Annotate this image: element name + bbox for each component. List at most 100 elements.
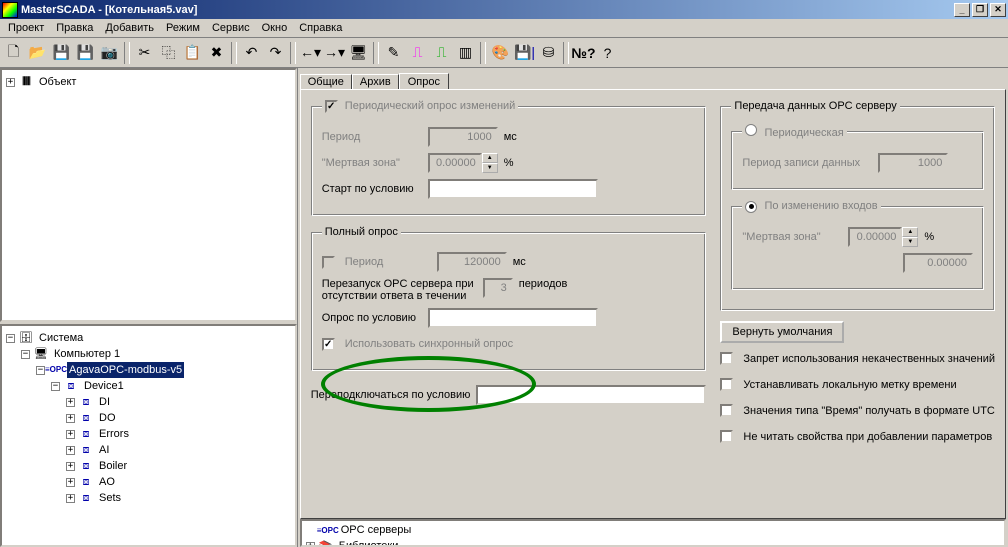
tree-item-label: Errors xyxy=(97,426,131,442)
wave1-icon[interactable]: ⎍ xyxy=(406,42,429,64)
monitor-icon[interactable]: 🖥 xyxy=(347,42,370,64)
new-icon[interactable]: 🗋 xyxy=(2,42,25,64)
expand-icon[interactable]: + xyxy=(66,446,75,455)
close-button[interactable]: ✕ xyxy=(990,3,1006,17)
option-checkbox[interactable] xyxy=(720,378,733,391)
expand-icon[interactable]: + xyxy=(306,542,315,547)
tree-item[interactable]: +⧈Boiler xyxy=(66,458,291,474)
periodic-send-label: Периодическая xyxy=(764,127,843,139)
onchange-send-radio[interactable] xyxy=(745,201,757,213)
expand-icon[interactable]: + xyxy=(6,78,15,87)
start-cond-input[interactable] xyxy=(428,179,598,199)
menu-edit[interactable]: Правка xyxy=(50,20,99,36)
tree-item-label: Boiler xyxy=(97,458,129,474)
expand-icon[interactable]: + xyxy=(66,478,75,487)
full-period-checkbox[interactable] xyxy=(322,256,335,269)
cut-icon[interactable]: ✂ xyxy=(133,42,156,64)
group-periodic-send: Периодическая Период записи данных xyxy=(731,124,984,190)
drive-icon[interactable]: ⛁ xyxy=(537,42,560,64)
about-icon[interactable]: ? xyxy=(596,42,619,64)
maximize-button[interactable]: ❐ xyxy=(972,3,988,17)
tree-opc-server[interactable]: − ≡OPC AgavaOPC-modbus-v5 xyxy=(36,362,291,378)
lib-libraries[interactable]: + 📚 Библиотеки xyxy=(306,538,1000,547)
lib-opc-servers[interactable]: ≡OPC OPC серверы xyxy=(306,522,1000,538)
sync-poll-checkbox[interactable]: ✓ xyxy=(322,338,335,351)
period-label: Период xyxy=(322,131,422,143)
collapse-icon[interactable]: − xyxy=(21,350,30,359)
back-icon[interactable]: ←▾ xyxy=(299,42,322,64)
minimize-button[interactable]: _ xyxy=(954,3,970,17)
reconnect-input[interactable] xyxy=(476,385,706,405)
menu-help[interactable]: Справка xyxy=(293,20,348,36)
collapse-icon[interactable]: − xyxy=(36,366,45,375)
period-input[interactable] xyxy=(428,127,498,147)
menu-mode[interactable]: Режим xyxy=(160,20,206,36)
redo-icon[interactable]: ↷ xyxy=(264,42,287,64)
tree-system[interactable]: − 🗄 Система xyxy=(6,330,291,346)
expand-icon[interactable]: + xyxy=(66,494,75,503)
tree-item[interactable]: +⧈DO xyxy=(66,410,291,426)
onchange-send-label: По изменению входов xyxy=(764,200,877,212)
collapse-icon[interactable]: − xyxy=(6,334,15,343)
option-checkbox[interactable] xyxy=(720,404,733,417)
write-period-input[interactable] xyxy=(878,153,948,173)
menu-service[interactable]: Сервис xyxy=(206,20,256,36)
help-icon[interactable]: №? xyxy=(572,42,595,64)
tree-item[interactable]: +⧈AI xyxy=(66,442,291,458)
restart-periods-input[interactable] xyxy=(483,278,513,298)
option-checkbox[interactable] xyxy=(720,430,733,443)
menu-window[interactable]: Окно xyxy=(256,20,294,36)
tree-computer[interactable]: − 🖥 Компьютер 1 xyxy=(21,346,291,362)
restore-defaults-button[interactable]: Вернуть умолчания xyxy=(720,321,844,343)
tree-root-object[interactable]: + ⦀⦀ Объект xyxy=(6,74,291,90)
ladder-icon: ⧈ xyxy=(78,443,94,457)
tree-device[interactable]: − ⧈ Device1 xyxy=(51,378,291,394)
send-extra-input[interactable] xyxy=(903,253,973,273)
wave2-icon[interactable]: ⎍ xyxy=(430,42,453,64)
tree-item[interactable]: +⧈Sets xyxy=(66,490,291,506)
delete-icon[interactable]: ✖ xyxy=(205,42,228,64)
send-dead-spinner[interactable]: ▲▼ xyxy=(902,227,918,247)
opc-icon: ≡OPC xyxy=(48,363,64,377)
fwd-icon[interactable]: →▾ xyxy=(323,42,346,64)
pen-icon[interactable]: ✎ xyxy=(382,42,405,64)
expand-icon[interactable]: + xyxy=(66,398,75,407)
tree-item[interactable]: +⧈AO xyxy=(66,474,291,490)
poll-cond-input[interactable] xyxy=(428,308,598,328)
deadzone-input[interactable] xyxy=(428,153,482,173)
palette-icon[interactable]: 🎨 xyxy=(489,42,512,64)
app-icon xyxy=(2,2,18,18)
tree-item[interactable]: +⧈DI xyxy=(66,394,291,410)
undo-icon[interactable]: ↶ xyxy=(240,42,263,64)
deadzone-spinner[interactable]: ▲▼ xyxy=(482,153,498,173)
expand-icon[interactable]: + xyxy=(66,430,75,439)
expand-icon[interactable]: + xyxy=(66,414,75,423)
option-row: Значения типа "Время" получать в формате… xyxy=(720,401,995,421)
menu-project[interactable]: Проект xyxy=(2,20,50,36)
open-icon[interactable]: 📂 xyxy=(26,42,49,64)
periodic-send-radio[interactable] xyxy=(745,124,757,136)
tree-item-label: DO xyxy=(97,410,118,426)
save-icon[interactable]: 💾 xyxy=(50,42,73,64)
collapse-icon[interactable]: − xyxy=(51,382,60,391)
periodic-poll-legend: Периодический опрос изменений xyxy=(345,100,516,112)
tab-poll[interactable]: Опрос xyxy=(399,73,449,90)
copy-icon[interactable]: ⿻ xyxy=(157,42,180,64)
chart-icon[interactable]: ▥ xyxy=(454,42,477,64)
expand-icon[interactable]: + xyxy=(66,462,75,471)
option-checkbox[interactable] xyxy=(720,352,733,365)
paste-icon[interactable]: 📋 xyxy=(181,42,204,64)
periodic-poll-checkbox[interactable]: ✓ xyxy=(325,100,338,113)
saveall-icon[interactable]: 💾 xyxy=(74,42,97,64)
menu-add[interactable]: Добавить xyxy=(99,20,160,36)
full-period-input[interactable] xyxy=(437,252,507,272)
camera-icon[interactable]: 📷 xyxy=(98,42,121,64)
ladder-icon: ⧈ xyxy=(78,491,94,505)
tree-item[interactable]: +⧈Errors xyxy=(66,426,291,442)
disk2-icon[interactable]: 💾| xyxy=(513,42,536,64)
send-dead-input[interactable] xyxy=(848,227,902,247)
books-icon: 📚 xyxy=(318,539,334,547)
deadzone-unit: % xyxy=(504,157,514,169)
computer-icon: 🖥 xyxy=(33,347,49,361)
full-poll-legend: Полный опрос xyxy=(322,226,401,238)
